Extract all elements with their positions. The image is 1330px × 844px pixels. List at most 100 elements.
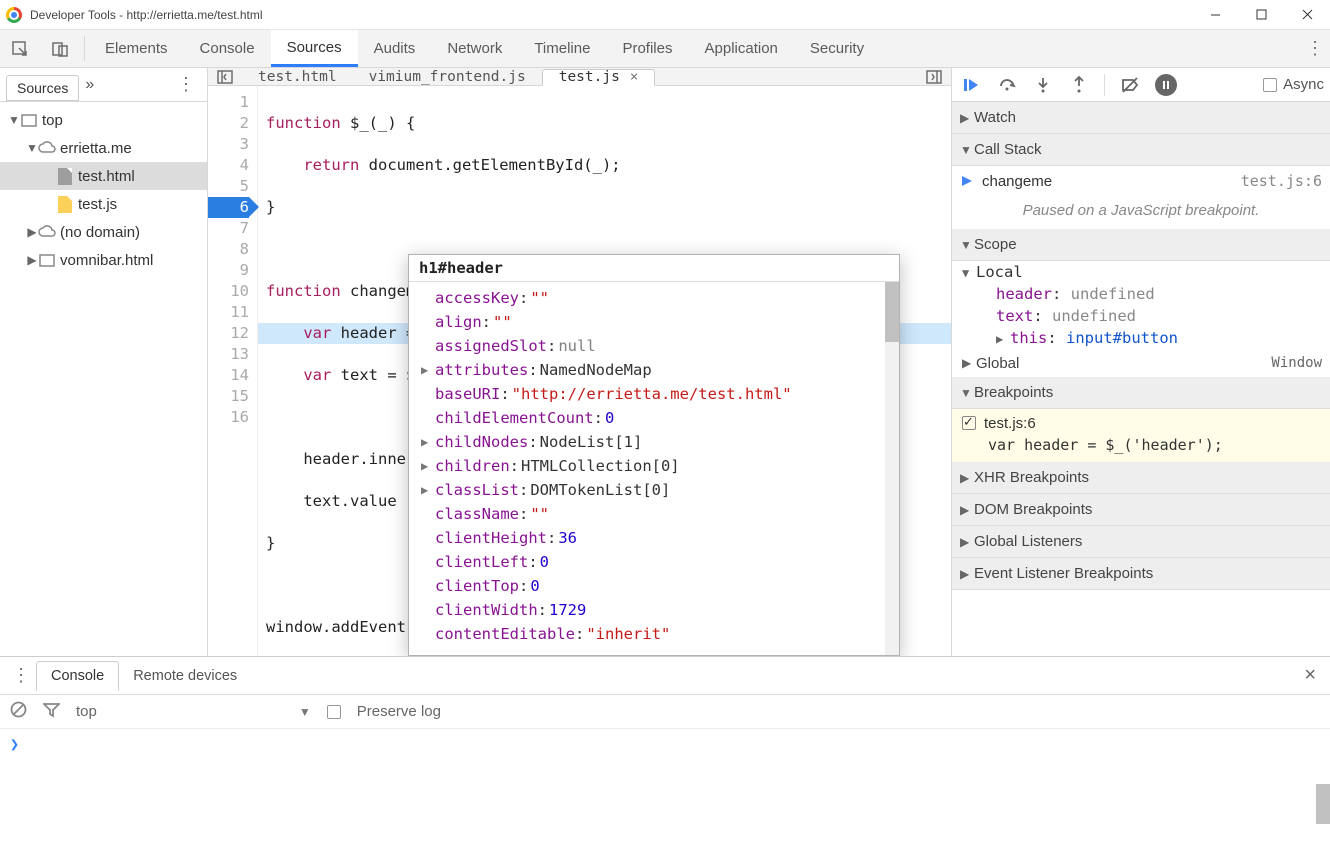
tab-timeline[interactable]: Timeline xyxy=(518,30,606,67)
gutter-line[interactable]: 7 xyxy=(208,218,249,239)
tab-elements[interactable]: Elements xyxy=(89,30,184,67)
scope-global[interactable]: ▶GlobalWindow xyxy=(952,349,1330,377)
drawer-menu-icon[interactable]: ⋮ xyxy=(6,665,36,686)
callstack-frame[interactable]: changeme test.js:6 xyxy=(952,166,1330,196)
navigator-tab-sources[interactable]: Sources xyxy=(6,75,79,101)
inspector-property[interactable]: className: "" xyxy=(421,502,899,526)
gutter-line[interactable]: 2 xyxy=(208,113,249,134)
gutter-line[interactable]: 15 xyxy=(208,386,249,407)
gutter-line[interactable]: 11 xyxy=(208,302,249,323)
step-into-icon[interactable] xyxy=(1030,72,1056,98)
checkbox-icon[interactable] xyxy=(1263,78,1277,92)
expand-icon[interactable]: ▶ xyxy=(421,435,435,449)
gutter-line[interactable]: 5 xyxy=(208,176,249,197)
scope-local[interactable]: ▼Local xyxy=(952,261,1330,283)
drawer-tab-console[interactable]: Console xyxy=(36,661,119,691)
pane-global-listeners[interactable]: ▶Global Listeners xyxy=(952,526,1330,558)
tree-vomnibar[interactable]: ▶vomnibar.html xyxy=(0,246,207,274)
tab-profiles[interactable]: Profiles xyxy=(606,30,688,67)
pane-callstack[interactable]: ▼Call Stack xyxy=(952,134,1330,166)
tab-console[interactable]: Console xyxy=(184,30,271,67)
inspector-property[interactable]: clientHeight: 36 xyxy=(421,526,899,550)
expand-icon[interactable]: ▶ xyxy=(421,483,435,497)
device-mode-icon[interactable] xyxy=(40,30,80,67)
inspect-icon[interactable] xyxy=(0,30,40,67)
gutter-line[interactable]: 4 xyxy=(208,155,249,176)
gutter-line[interactable]: 9 xyxy=(208,260,249,281)
inspector-property[interactable]: clientLeft: 0 xyxy=(421,550,899,574)
tab-security[interactable]: Security xyxy=(794,30,880,67)
pane-event-listener-breakpoints[interactable]: ▶Event Listener Breakpoints xyxy=(952,558,1330,590)
gutter-line[interactable]: 3 xyxy=(208,134,249,155)
inspector-property[interactable]: ▶classList: DOMTokenList[0] xyxy=(421,478,899,502)
console-prompt[interactable]: ❯ xyxy=(0,729,1330,759)
inspector-property[interactable]: contentEditable: "inherit" xyxy=(421,622,899,646)
tree-file-test-html[interactable]: test.html xyxy=(0,162,207,190)
tree-no-domain[interactable]: ▶(no domain) xyxy=(0,218,207,246)
pane-scope[interactable]: ▼Scope xyxy=(952,229,1330,261)
minimize-button[interactable] xyxy=(1192,0,1238,30)
scrollbar-thumb[interactable] xyxy=(1316,784,1330,824)
maximize-button[interactable] xyxy=(1238,0,1284,30)
pane-xhr-breakpoints[interactable]: ▶XHR Breakpoints xyxy=(952,462,1330,494)
inspector-property[interactable]: accessKey: "" xyxy=(421,286,899,310)
navigator-menu-icon[interactable]: ⋮ xyxy=(171,74,201,95)
gutter-line[interactable]: 12 xyxy=(208,323,249,344)
scope-var[interactable]: ▶this: input#button xyxy=(952,327,1330,349)
scrollbar[interactable] xyxy=(885,282,899,655)
scope-var[interactable]: text: undefined xyxy=(952,305,1330,327)
tab-network[interactable]: Network xyxy=(431,30,518,67)
editor-tab-test-js[interactable]: test.js× xyxy=(542,69,656,86)
inspector-property[interactable]: ▶childNodes: NodeList[1] xyxy=(421,430,899,454)
close-tab-icon[interactable]: × xyxy=(630,69,638,85)
level-dropdown-icon[interactable]: ▼ xyxy=(299,705,311,719)
checkbox-checked-icon[interactable] xyxy=(962,416,976,430)
inspector-property[interactable]: ▶attributes: NamedNodeMap xyxy=(421,358,899,382)
resume-icon[interactable] xyxy=(958,72,984,98)
tree-top[interactable]: ▼top xyxy=(0,106,207,134)
step-out-icon[interactable] xyxy=(1066,72,1092,98)
pause-exceptions-icon[interactable] xyxy=(1153,72,1179,98)
gutter-breakpoint[interactable]: 6 xyxy=(208,197,249,218)
scope-var[interactable]: header: undefined xyxy=(952,283,1330,305)
editor-tab-vimium[interactable]: vimium_frontend.js xyxy=(353,68,542,85)
inspector-property[interactable]: ▶children: HTMLCollection[0] xyxy=(421,454,899,478)
gutter-line[interactable]: 10 xyxy=(208,281,249,302)
navigator-more-icon[interactable]: » xyxy=(85,76,94,94)
inspector-body[interactable]: accessKey: ""align: ""assignedSlot: null… xyxy=(409,282,899,655)
tree-domain[interactable]: ▼errietta.me xyxy=(0,134,207,162)
tab-audits[interactable]: Audits xyxy=(358,30,432,67)
toggle-debugger-icon[interactable] xyxy=(917,69,951,85)
tab-application[interactable]: Application xyxy=(689,30,794,67)
inspector-property[interactable]: baseURI: "http://errietta.me/test.html" xyxy=(421,382,899,406)
filter-icon[interactable] xyxy=(43,701,60,722)
expand-icon[interactable]: ▶ xyxy=(421,459,435,473)
tab-sources[interactable]: Sources xyxy=(271,30,358,67)
preserve-log-label[interactable]: Preserve log xyxy=(357,703,441,720)
close-button[interactable] xyxy=(1284,0,1330,30)
clear-console-icon[interactable] xyxy=(10,701,27,722)
editor-tab-test-html[interactable]: test.html xyxy=(242,68,353,85)
scrollbar-thumb[interactable] xyxy=(885,282,899,342)
pane-breakpoints[interactable]: ▼Breakpoints xyxy=(952,377,1330,409)
breakpoint-item[interactable]: test.js:6 var header = $_('header'); xyxy=(952,409,1330,462)
async-toggle[interactable]: Async xyxy=(1263,76,1324,93)
deactivate-breakpoints-icon[interactable] xyxy=(1117,72,1143,98)
gutter-line[interactable]: 14 xyxy=(208,365,249,386)
gutter-line[interactable]: 8 xyxy=(208,239,249,260)
object-inspector-popup[interactable]: h1#header accessKey: ""align: ""assigned… xyxy=(408,254,900,656)
context-selector[interactable]: top xyxy=(76,703,97,720)
gutter-line[interactable]: 1 xyxy=(208,92,249,113)
page-scrollbar[interactable] xyxy=(1316,30,1330,844)
inspector-property[interactable]: clientWidth: 1729 xyxy=(421,598,899,622)
inspector-property[interactable]: assignedSlot: null xyxy=(421,334,899,358)
pane-dom-breakpoints[interactable]: ▶DOM Breakpoints xyxy=(952,494,1330,526)
step-over-icon[interactable] xyxy=(994,72,1020,98)
expand-icon[interactable]: ▶ xyxy=(421,363,435,377)
gutter-line[interactable]: 13 xyxy=(208,344,249,365)
checkbox-icon[interactable] xyxy=(327,705,341,719)
gutter-line[interactable]: 16 xyxy=(208,407,249,428)
toggle-navigator-icon[interactable] xyxy=(208,69,242,85)
inspector-property[interactable]: childElementCount: 0 xyxy=(421,406,899,430)
pane-watch[interactable]: ▶Watch xyxy=(952,102,1330,134)
